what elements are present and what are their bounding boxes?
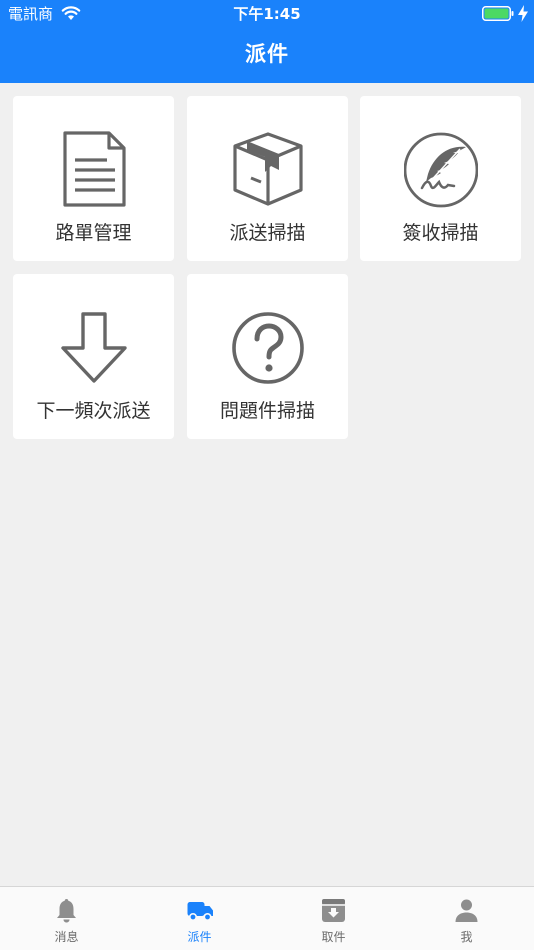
document-icon [63,131,126,207]
menu-tile-label: 下一頻次派送 [36,400,151,422]
page-title: 派件 [245,42,289,66]
quill-signature-icon [404,132,478,208]
menu-tile-label: 派送掃描 [229,222,306,244]
menu-tile-signature-scan[interactable]: 簽收掃描 [360,96,521,261]
menu-tile-label: 問題件掃描 [219,400,315,422]
battery-icon [482,6,514,21]
question-circle-icon [232,312,304,384]
menu-tile-problem-scan[interactable]: 問題件掃描 [187,274,348,439]
tab-label: 消息 [54,930,79,944]
package-icon [233,132,303,206]
inbox-box-icon [322,899,345,922]
bottom-tab-bar: 消息 派件 取件 我 [0,886,534,950]
tab-dispatch[interactable]: 派件 [133,887,266,950]
tab-label: 我 [460,930,473,944]
bell-icon [57,899,76,923]
menu-tile-label: 路單管理 [55,222,132,244]
arrow-down-icon [61,312,127,383]
status-time: 下午1:45 [233,5,301,23]
tab-pickup[interactable]: 取件 [267,887,400,950]
tab-me[interactable]: 我 [400,887,533,950]
menu-tile-next-delivery[interactable]: 下一頻次派送 [13,274,174,439]
truck-icon [187,902,213,921]
tab-label: 派件 [187,930,212,944]
menu-tile-delivery-scan[interactable]: 派送掃描 [187,96,348,261]
tab-label: 取件 [321,930,346,944]
charging-bolt-icon [518,5,528,22]
top-bar: 電訊商 下午1:45 派件 [0,0,534,83]
person-icon [455,899,478,922]
menu-tile-route-sheet[interactable]: 路單管理 [13,96,174,261]
status-bar: 電訊商 下午1:45 [0,0,534,28]
menu-tile-label: 簽收掃描 [402,222,479,244]
tab-messages[interactable]: 消息 [0,887,133,950]
